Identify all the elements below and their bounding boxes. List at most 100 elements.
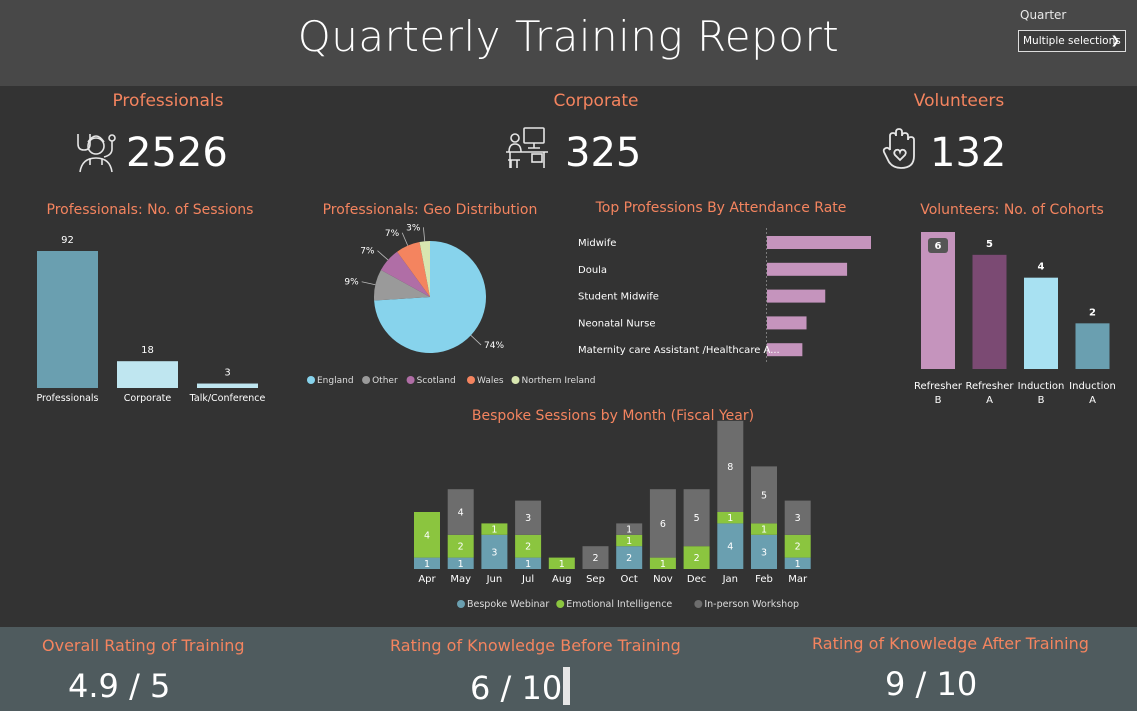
top-prof-bar [767,262,848,276]
monthly-data-label: 3 [795,513,801,524]
top-prof-bar [767,289,826,303]
top-prof-category-label: Neonatal Nurse [578,318,656,329]
monthly-category-label: Nov [653,574,673,585]
legend-dot [511,376,520,384]
monthly-data-label: 2 [694,553,700,564]
pie-data-label: 3% [406,223,421,233]
legend-dot [556,600,565,608]
monthly-data-label: 1 [525,559,531,570]
sessions-category-label: Corporate [124,393,172,404]
monthly-category-label: Mar [788,574,808,585]
monthly-data-label: 4 [458,508,464,519]
monthly-data-label: 3 [491,547,497,558]
monthly-data-label: 3 [761,547,767,558]
sessions-category-label: Talk/Conference [189,393,266,404]
cohort-category-label: Refresher [965,381,1014,392]
monthly-data-label: 1 [761,525,767,536]
legend-dot [457,600,465,608]
monthly-data-label: 4 [727,542,733,553]
sessions-bar [197,383,258,388]
cohort-bar [972,254,1007,369]
cohort-data-label: 4 [1038,262,1045,273]
charts-canvas: 92Professionals18Corporate3Talk/Conferen… [36,223,1116,610]
cohort-data-label: 5 [986,239,993,250]
geo-legend-label: Scotland [417,376,456,386]
after-rating-value: 9 / 10 [885,665,978,703]
monthly-data-label: 6 [660,519,666,530]
text-cursor [563,667,571,705]
monthly-data-label: 2 [592,553,598,564]
monthly-data-label: 1 [626,536,632,547]
monthly-data-label: 1 [424,559,430,570]
pie-leader-line [401,232,409,246]
pie-leader-line [377,250,389,261]
sessions-data-label: 18 [141,345,154,356]
cohort-category-label: Refresher [914,381,963,392]
monthly-data-label: 2 [795,542,801,553]
monthly-data-label: 1 [660,559,666,570]
monthly-data-label: 1 [559,559,565,570]
monthly-data-label: 3 [525,513,531,524]
monthly-data-label: 1 [626,525,632,536]
cohort-category-label: Induction [1069,381,1116,392]
monthly-data-label: 1 [795,559,801,570]
cohort-category-label: B [935,395,942,406]
pie-data-label: 74% [484,341,504,351]
top-prof-bar [767,316,807,330]
before-rating-display: 6 / 10 [470,667,571,707]
monthly-category-label: Apr [418,574,436,585]
monthly-data-label: 2 [525,542,531,553]
legend-dot [362,376,371,384]
monthly-category-label: Feb [755,574,773,585]
monthly-category-label: Dec [687,574,706,585]
before-rating-label: Rating of Knowledge Before Training [390,636,681,655]
monthly-category-label: May [450,574,471,585]
sessions-bar [37,251,98,388]
geo-legend-label: England [317,376,354,386]
monthly-data-label: 5 [761,490,767,501]
top-prof-category-label: Maternity care Assistant /Healthcare A..… [578,345,780,356]
monthly-data-label: 2 [458,542,464,553]
monthly-data-label: 4 [424,530,430,541]
geo-legend-label: Wales [477,376,504,386]
monthly-category-label: Sep [586,574,605,585]
sessions-bar [117,361,178,388]
sessions-data-label: 92 [61,235,74,246]
monthly-category-label: Jan [722,574,738,585]
monthly-category-label: Jun [486,574,503,585]
cohort-category-label: A [1089,395,1096,406]
legend-dot [694,600,703,608]
pie-leader-line [470,335,482,346]
top-prof-bar [767,236,871,249]
top-prof-category-label: Doula [578,265,607,276]
pie-data-label: 7% [385,229,400,239]
cohort-bar [1024,277,1058,369]
pie-data-label: 9% [344,278,359,288]
legend-dot [467,376,475,384]
monthly-data-label: 1 [491,525,497,536]
cohort-bar [1075,323,1110,369]
cohort-data-label: 6 [935,241,942,252]
cohort-category-label: Induction [1018,381,1065,392]
monthly-data-label: 5 [694,513,700,524]
pie-leader-line [361,281,376,286]
pie-leader-line [423,227,426,242]
sessions-data-label: 3 [224,368,230,379]
top-prof-category-label: Student Midwife [578,292,659,303]
top-prof-category-label: Midwife [578,238,616,249]
monthly-category-label: Oct [621,574,638,585]
before-rating-value: 6 / 10 [470,669,563,707]
overall-rating-label: Overall Rating of Training [42,636,245,655]
legend-dot [307,376,315,384]
geo-legend-label: Other [372,376,398,386]
after-rating-label: Rating of Knowledge After Training [812,634,1089,653]
monthly-legend-label: In-person Workshop [704,599,799,610]
pie-data-label: 7% [360,247,375,257]
cohort-category-label: B [1038,395,1045,406]
cohort-data-label: 2 [1089,307,1096,318]
monthly-legend-label: Bespoke Webinar [467,599,549,610]
monthly-category-label: Jul [521,574,534,585]
monthly-data-label: 8 [727,462,733,473]
sessions-category-label: Professionals [36,393,98,404]
monthly-data-label: 1 [458,559,464,570]
